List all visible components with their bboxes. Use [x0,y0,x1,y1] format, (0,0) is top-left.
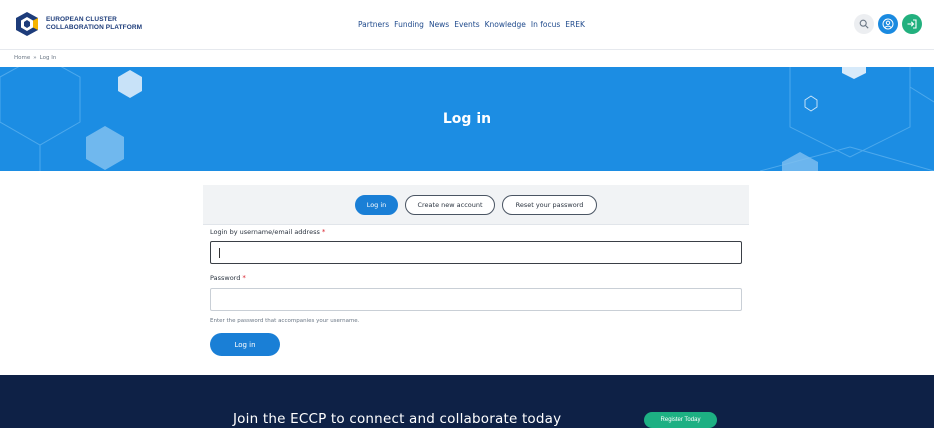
username-label-text: Login by username/email address [210,228,320,236]
username-label: Login by username/email address * [210,228,325,236]
password-label-text: Password [210,274,241,282]
tab-create-account[interactable]: Create new account [405,195,495,215]
login-submit-button[interactable]: Log in [210,333,280,356]
nav-partners[interactable]: Partners [358,20,389,29]
password-label: Password * [210,274,246,282]
text-caret [219,248,220,258]
nav-events[interactable]: Events [454,20,479,29]
main-nav: Partners Funding News Events Knowledge I… [358,20,585,29]
hero-banner: Log in [0,67,934,171]
required-mark: * [242,274,246,282]
nav-in-focus[interactable]: In focus [531,20,560,29]
breadcrumb-current: Log In [39,55,57,61]
password-hint: Enter the password that accompanies your… [210,318,360,324]
account-tabs: Log in Create new account Reset your pas… [203,185,749,225]
logo-line-1: EUROPEAN CLUSTER [46,16,117,23]
required-mark: * [321,228,326,236]
nav-funding[interactable]: Funding [394,20,424,29]
site-header: EUROPEAN CLUSTER COLLABORATION PLATFORM … [0,0,934,50]
nav-erek[interactable]: EREK [565,20,585,29]
username-input[interactable] [210,241,742,264]
tab-log-in[interactable]: Log in [355,195,398,215]
page: EUROPEAN CLUSTER COLLABORATION PLATFORM … [0,0,934,428]
footer-cta: Join the ECCP to connect and collaborate… [0,375,934,428]
footer-cta-text: Join the ECCP to connect and collaborate… [233,411,562,427]
site-logo[interactable]: EUROPEAN CLUSTER COLLABORATION PLATFORM [14,11,144,37]
header-actions [854,14,922,34]
page-title: Log in [442,111,492,127]
breadcrumb-separator: » [33,55,37,61]
breadcrumb-home[interactable]: Home [14,55,30,61]
tab-reset-password[interactable]: Reset your password [502,195,597,215]
logo-line-2: COLLABORATION PLATFORM [46,24,143,31]
register-today-button[interactable]: Register Today [644,412,717,428]
search-icon[interactable] [854,14,874,34]
breadcrumb: Home » Log In [14,55,56,61]
nav-news[interactable]: News [429,20,449,29]
eccp-logo-icon [14,11,40,37]
nav-knowledge[interactable]: Knowledge [485,20,526,29]
logo-text: EUROPEAN CLUSTER COLLABORATION PLATFORM [46,16,142,32]
password-input[interactable] [210,288,742,311]
login-icon[interactable] [902,14,922,34]
user-icon[interactable] [878,14,898,34]
